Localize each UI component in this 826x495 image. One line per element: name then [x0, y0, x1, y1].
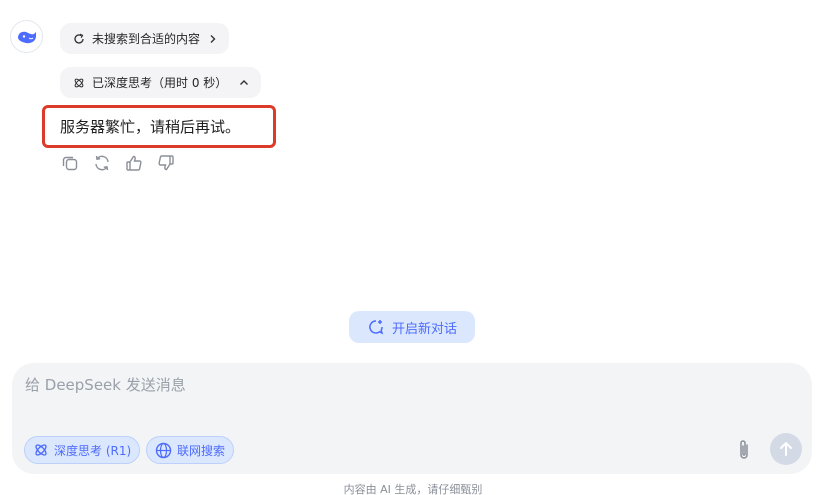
- new-chat-icon: [367, 319, 384, 335]
- send-button[interactable]: [770, 433, 802, 465]
- search-status-chip[interactable]: 未搜索到合适的内容: [60, 23, 230, 54]
- chevron-right-icon: [208, 34, 217, 44]
- message-input[interactable]: [25, 376, 715, 394]
- regenerate-icon[interactable]: [92, 153, 112, 173]
- chevron-up-icon: [239, 78, 249, 87]
- thinking-status-text: 已深度思考（用时 0 秒）: [92, 76, 228, 90]
- disclaimer-note: 内容由 AI 生成，请仔细甄别: [343, 483, 483, 495]
- thinking-status-chip[interactable]: 已深度思考（用时 0 秒）: [60, 67, 262, 98]
- message-actions: [60, 153, 176, 173]
- search-status-text: 未搜索到合适的内容: [92, 32, 201, 46]
- copy-icon[interactable]: [60, 153, 80, 173]
- paperclip-icon[interactable]: [732, 435, 756, 465]
- atom-icon: [33, 442, 49, 458]
- new-chat-button[interactable]: 开启新对话: [349, 311, 475, 343]
- globe-icon: [155, 442, 172, 459]
- web-search-toggle[interactable]: 联网搜索: [146, 436, 235, 464]
- refresh-search-icon: [73, 33, 85, 45]
- thumbs-up-icon[interactable]: [124, 153, 144, 173]
- chat-page: 未搜索到合适的内容 已深度思考（用时 0 秒） 服务器繁忙，请稍后再试。 开启新…: [0, 0, 826, 495]
- thumbs-down-icon[interactable]: [156, 153, 176, 173]
- deep-think-toggle[interactable]: 深度思考 (R1): [24, 436, 141, 464]
- deepseek-whale-icon: [16, 29, 38, 45]
- composer: 深度思考 (R1) 联网搜索: [12, 363, 812, 474]
- web-search-label: 联网搜索: [177, 443, 226, 458]
- answer-text: 服务器繁忙，请稍后再试。: [60, 118, 241, 136]
- assistant-answer: 服务器繁忙，请稍后再试。: [42, 105, 276, 148]
- atom-icon: [73, 77, 85, 89]
- new-chat-label: 开启新对话: [391, 321, 457, 337]
- arrow-up-icon: [779, 441, 793, 457]
- assistant-avatar: [10, 20, 43, 53]
- deep-think-label: 深度思考 (R1): [54, 443, 132, 458]
